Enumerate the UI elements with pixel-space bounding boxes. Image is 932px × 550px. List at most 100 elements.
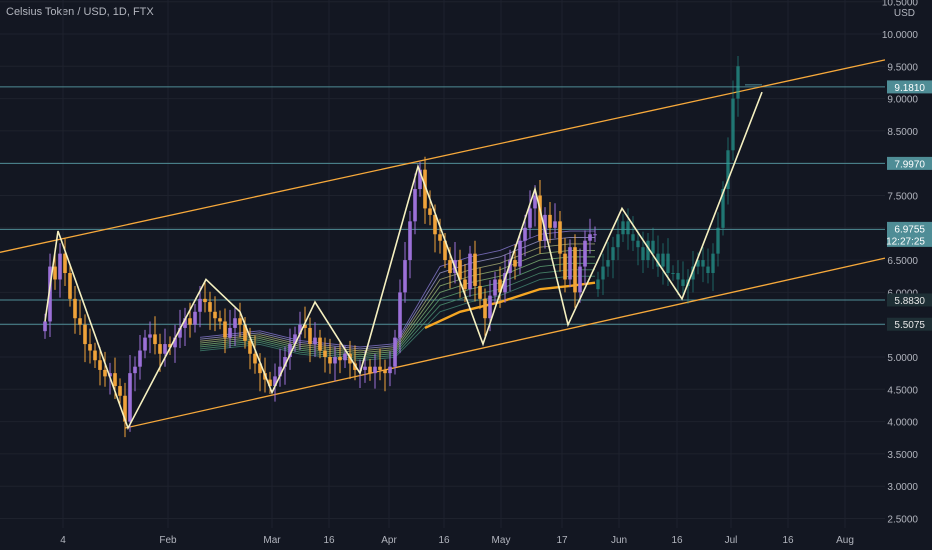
candle-body[interactable]	[118, 386, 122, 396]
candle-body[interactable]	[731, 98, 735, 151]
candle-body[interactable]	[711, 253, 715, 274]
candle-body[interactable]	[68, 273, 72, 299]
candle-body[interactable]	[568, 247, 572, 280]
candle-body[interactable]	[248, 340, 252, 354]
candle-body[interactable]	[338, 357, 342, 361]
candle-body[interactable]	[578, 266, 582, 293]
candle-body[interactable]	[676, 273, 680, 280]
candle-body[interactable]	[438, 234, 442, 241]
candle-body[interactable]	[473, 253, 477, 286]
candle-body[interactable]	[93, 350, 97, 361]
candle-body[interactable]	[681, 279, 685, 286]
candle-body[interactable]	[128, 373, 132, 422]
candle-body[interactable]	[468, 253, 472, 290]
candle-body[interactable]	[588, 234, 592, 241]
candle-body[interactable]	[328, 357, 332, 364]
candle-body[interactable]	[596, 279, 600, 290]
candle-body[interactable]	[363, 366, 367, 370]
candle-body[interactable]	[53, 266, 57, 280]
candle-body[interactable]	[378, 366, 382, 370]
candle-body[interactable]	[523, 227, 527, 241]
candle-body[interactable]	[43, 321, 47, 332]
candle-body[interactable]	[153, 334, 157, 345]
candle-body[interactable]	[58, 253, 62, 280]
candle-body[interactable]	[373, 366, 377, 374]
candle-body[interactable]	[478, 285, 482, 299]
candle-body[interactable]	[193, 311, 197, 325]
candle-body[interactable]	[513, 260, 517, 267]
candle-body[interactable]	[483, 298, 487, 319]
candle-body[interactable]	[548, 214, 552, 228]
candle-body[interactable]	[553, 221, 557, 228]
candle-body[interactable]	[238, 318, 242, 325]
candle-body[interactable]	[671, 273, 675, 275]
candle-body[interactable]	[83, 324, 87, 345]
candle-body[interactable]	[313, 337, 317, 345]
candle-body[interactable]	[163, 344, 167, 354]
candle-body[interactable]	[388, 366, 392, 374]
candle-body[interactable]	[218, 318, 222, 322]
candle-body[interactable]	[583, 240, 587, 267]
candle-body[interactable]	[138, 350, 142, 367]
candle-body[interactable]	[148, 334, 152, 338]
candle-body[interactable]	[528, 208, 532, 228]
candle-body[interactable]	[73, 298, 77, 319]
candle-body[interactable]	[651, 240, 655, 254]
candle-body[interactable]	[398, 292, 402, 338]
candle-body[interactable]	[716, 227, 720, 254]
candle-body[interactable]	[203, 298, 207, 303]
candle-body[interactable]	[606, 260, 610, 267]
candle-body[interactable]	[636, 240, 640, 248]
candle-body[interactable]	[428, 208, 432, 215]
candle-body[interactable]	[78, 318, 82, 325]
candle-body[interactable]	[383, 369, 387, 374]
candle-body[interactable]	[188, 318, 192, 325]
candle-body[interactable]	[208, 302, 212, 312]
candle-body[interactable]	[88, 344, 92, 351]
candle-body[interactable]	[368, 366, 372, 374]
candle-body[interactable]	[573, 247, 577, 293]
candle-body[interactable]	[616, 234, 620, 248]
candle-body[interactable]	[323, 350, 327, 357]
candle-body[interactable]	[213, 311, 217, 319]
candle-body[interactable]	[198, 298, 202, 312]
candle-body[interactable]	[641, 247, 645, 261]
candle-body[interactable]	[558, 221, 562, 254]
candle-body[interactable]	[253, 353, 257, 364]
channel-upper-line[interactable]	[0, 59, 886, 253]
candle-body[interactable]	[448, 260, 452, 274]
candle-body[interactable]	[631, 234, 635, 241]
candle-body[interactable]	[98, 360, 102, 370]
candle-body[interactable]	[563, 253, 567, 280]
candle-body[interactable]	[233, 318, 237, 328]
candle-body[interactable]	[143, 337, 147, 351]
candle-body[interactable]	[488, 295, 492, 319]
candle-body[interactable]	[493, 279, 497, 296]
candle-body[interactable]	[593, 234, 597, 236]
candle-body[interactable]	[463, 279, 467, 290]
candle-body[interactable]	[736, 66, 740, 99]
candle-body[interactable]	[333, 357, 337, 364]
candle-body[interactable]	[223, 321, 227, 338]
candle-body[interactable]	[621, 221, 625, 235]
candle-body[interactable]	[133, 366, 137, 374]
candle-body[interactable]	[103, 369, 107, 377]
candle-body[interactable]	[318, 337, 322, 351]
candle-body[interactable]	[601, 266, 605, 280]
candle-body[interactable]	[403, 260, 407, 293]
candle-body[interactable]	[706, 266, 710, 274]
candle-body[interactable]	[393, 337, 397, 367]
candle-body[interactable]	[661, 253, 665, 267]
price-chart[interactable]: 10.500010.00009.50009.00008.50007.50007.…	[0, 0, 932, 550]
candle-body[interactable]	[408, 221, 412, 261]
candle-body[interactable]	[343, 353, 347, 361]
candle-body[interactable]	[228, 327, 232, 338]
candle-body[interactable]	[518, 240, 522, 267]
candle-body[interactable]	[413, 189, 417, 222]
candle-body[interactable]	[113, 373, 117, 387]
candle-body[interactable]	[666, 253, 670, 274]
candle-body[interactable]	[308, 327, 312, 345]
candle-body[interactable]	[626, 221, 630, 235]
candle-body[interactable]	[158, 344, 162, 354]
candle-body[interactable]	[611, 247, 615, 261]
